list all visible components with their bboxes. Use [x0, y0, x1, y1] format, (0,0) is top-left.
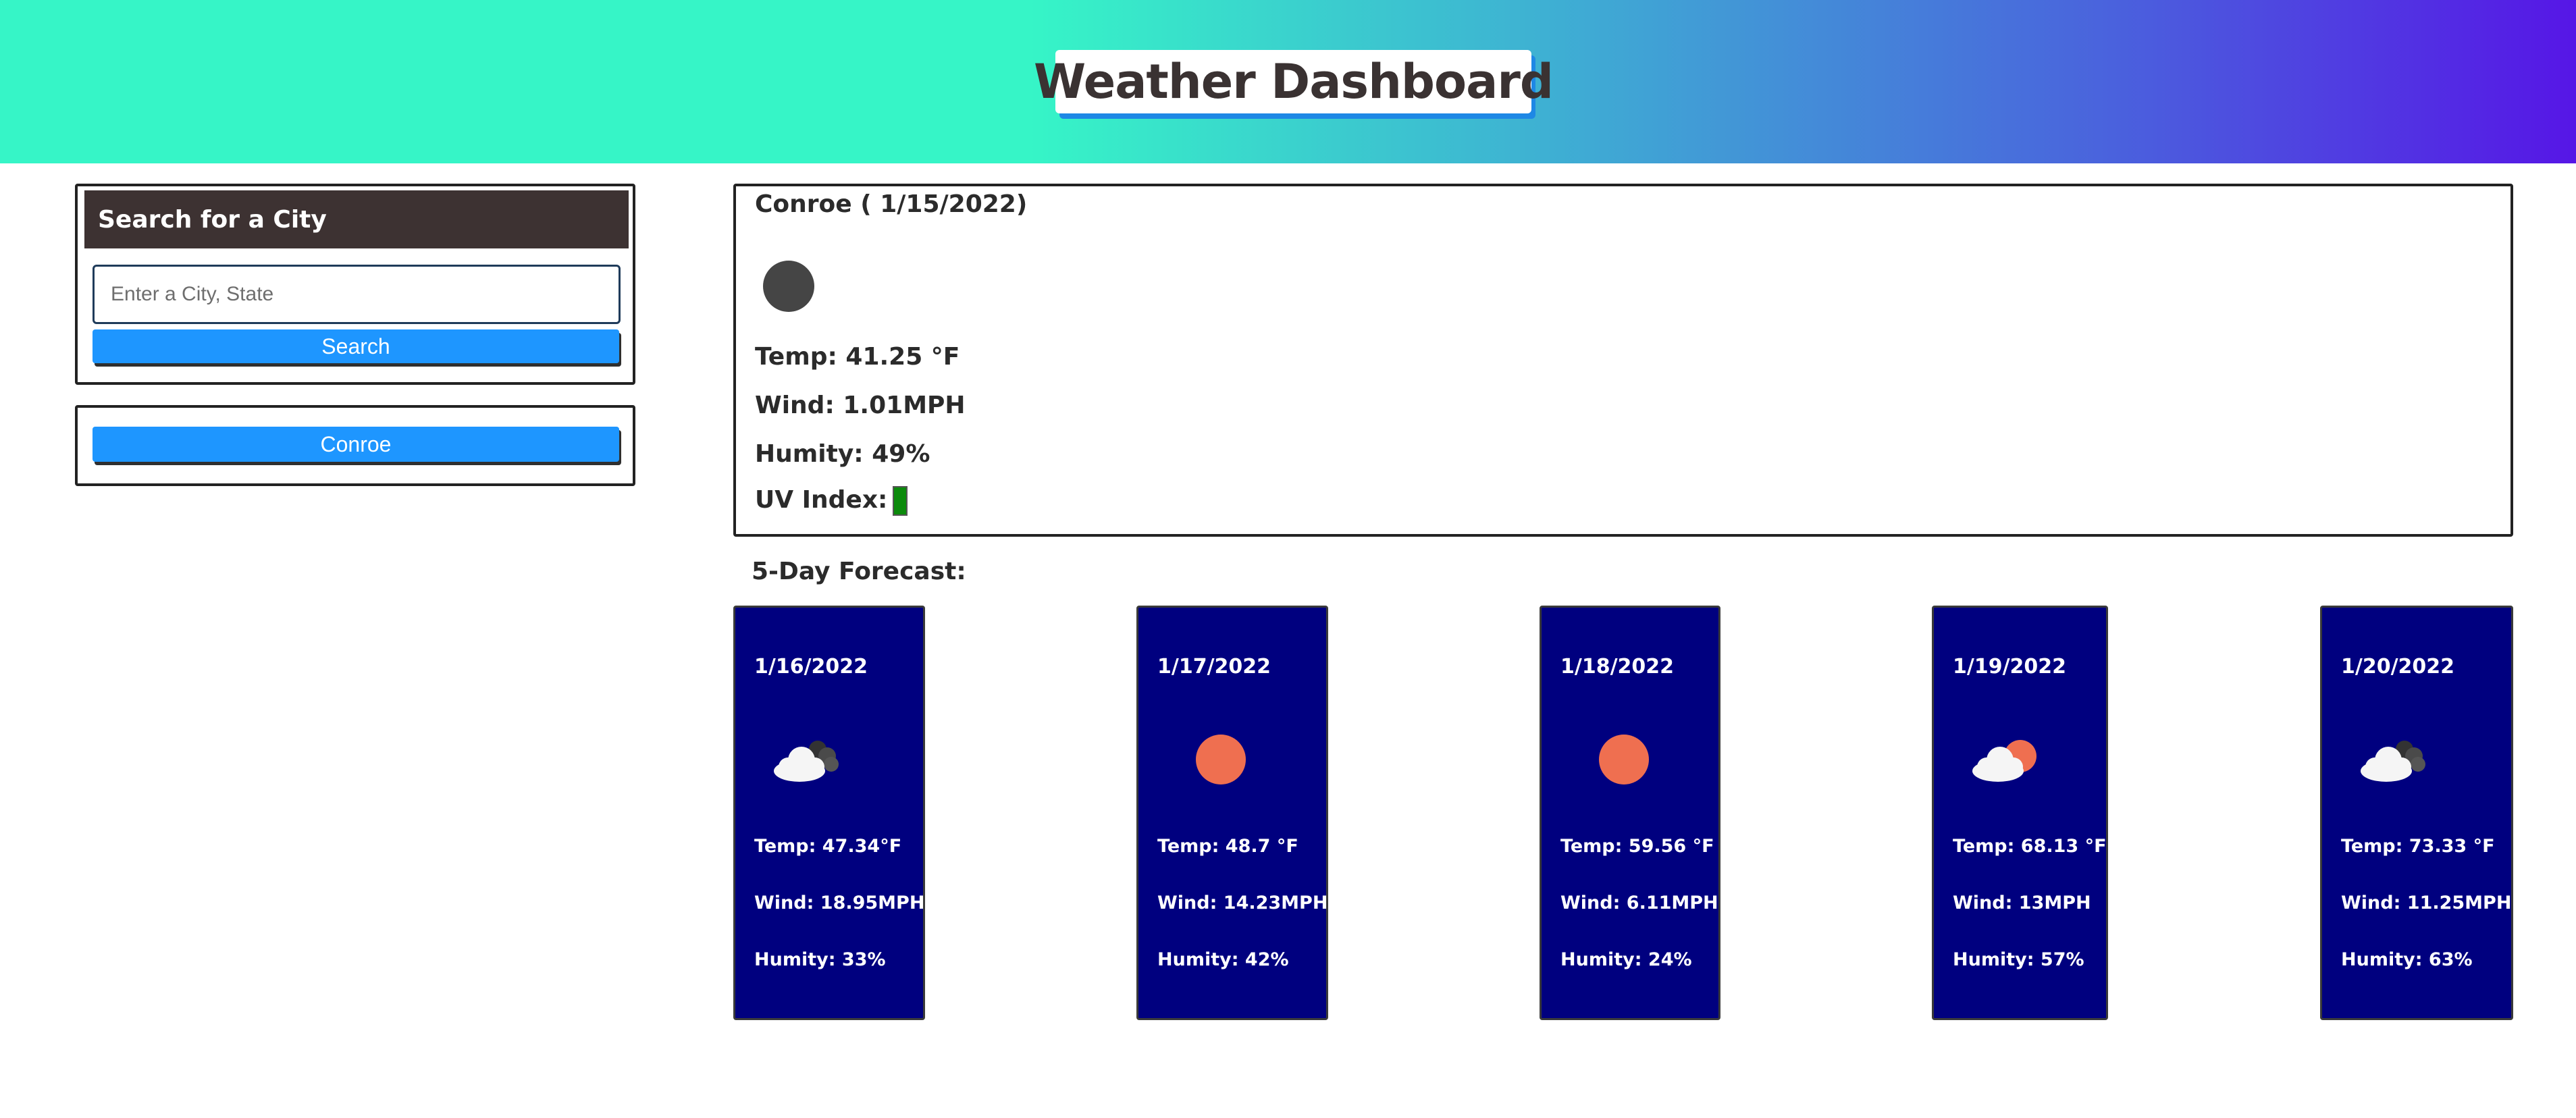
- search-heading: Search for a City: [84, 190, 629, 248]
- title-box: Weather Dashboard: [1034, 50, 1554, 113]
- current-city-date: Conroe ( 1/15/2022): [755, 190, 1028, 218]
- forecast-wind: Wind: 6.11MPH: [1560, 893, 1718, 913]
- current-humidity: Humity: 49%: [755, 440, 930, 468]
- forecast-temp: Temp: 73.33 °F: [2341, 836, 2495, 857]
- forecast-wind: Wind: 13MPH: [1953, 893, 2091, 913]
- forecast-card: 1/18/2022 Temp: 59.56 °F Wind: 6.11MPH H…: [1540, 606, 1720, 1020]
- history-city-button[interactable]: Conroe: [93, 427, 619, 462]
- header-banner: Weather Dashboard: [0, 0, 2576, 163]
- search-button[interactable]: Search: [93, 329, 619, 363]
- forecast-date: 1/19/2022: [1953, 655, 2067, 678]
- forecast-temp: Temp: 59.56 °F: [1560, 836, 1714, 857]
- current-wind: Wind: 1.01MPH: [755, 392, 966, 419]
- partly-cloudy-icon: [1972, 740, 2036, 782]
- forecast-card: 1/16/2022 Temp: 47.34°F Wind: 18.95MPH H…: [733, 606, 925, 1020]
- forecast-wind: Wind: 14.23MPH: [1157, 893, 1328, 913]
- cloud-icon: [2361, 741, 2425, 782]
- city-search-input[interactable]: [93, 265, 621, 324]
- forecast-heading: 5-Day Forecast:: [752, 558, 966, 585]
- current-temp: Temp: 41.25 °F: [755, 343, 960, 371]
- forecast-card: 1/17/2022 Temp: 48.7 °F Wind: 14.23MPH H…: [1136, 606, 1328, 1020]
- forecast-humidity: Humity: 42%: [1157, 949, 1289, 970]
- search-card: Search for a City Search: [75, 184, 635, 385]
- current-weather-card: Conroe ( 1/15/2022) Temp: 41.25 °F Wind:…: [733, 184, 2513, 537]
- forecast-date: 1/17/2022: [1157, 655, 1271, 678]
- cloud-icon: [774, 741, 839, 782]
- search-history-card: Conroe: [75, 405, 635, 486]
- forecast-date: 1/20/2022: [2341, 655, 2455, 678]
- forecast-humidity: Humity: 57%: [1953, 949, 2084, 970]
- forecast-temp: Temp: 48.7 °F: [1157, 836, 1298, 857]
- sun-icon: [1599, 735, 1649, 784]
- forecast-humidity: Humity: 33%: [754, 949, 886, 970]
- forecast-temp: Temp: 68.13 °F: [1953, 836, 2107, 857]
- uv-index-badge: 0: [893, 486, 908, 516]
- forecast-wind: Wind: 11.25MPH: [2341, 893, 2512, 913]
- forecast-humidity: Humity: 24%: [1560, 949, 1692, 970]
- current-uv-row: UV Index: 0: [755, 486, 908, 516]
- sun-icon: [1196, 735, 1246, 784]
- forecast-date: 1/16/2022: [754, 655, 868, 678]
- forecast-temp: Temp: 47.34°F: [754, 836, 902, 857]
- dark-circle-icon: [763, 261, 814, 312]
- uv-label: UV Index:: [755, 486, 888, 514]
- forecast-card: 1/20/2022 Temp: 73.33 °F Wind: 11.25MPH …: [2320, 606, 2513, 1020]
- page-title: Weather Dashboard: [1034, 54, 1554, 109]
- forecast-wind: Wind: 18.95MPH: [754, 893, 925, 913]
- forecast-card: 1/19/2022 Temp: 68.13 °F Wind: 13MPH Hum…: [1932, 606, 2108, 1020]
- forecast-humidity: Humity: 63%: [2341, 949, 2473, 970]
- forecast-date: 1/18/2022: [1560, 655, 1675, 678]
